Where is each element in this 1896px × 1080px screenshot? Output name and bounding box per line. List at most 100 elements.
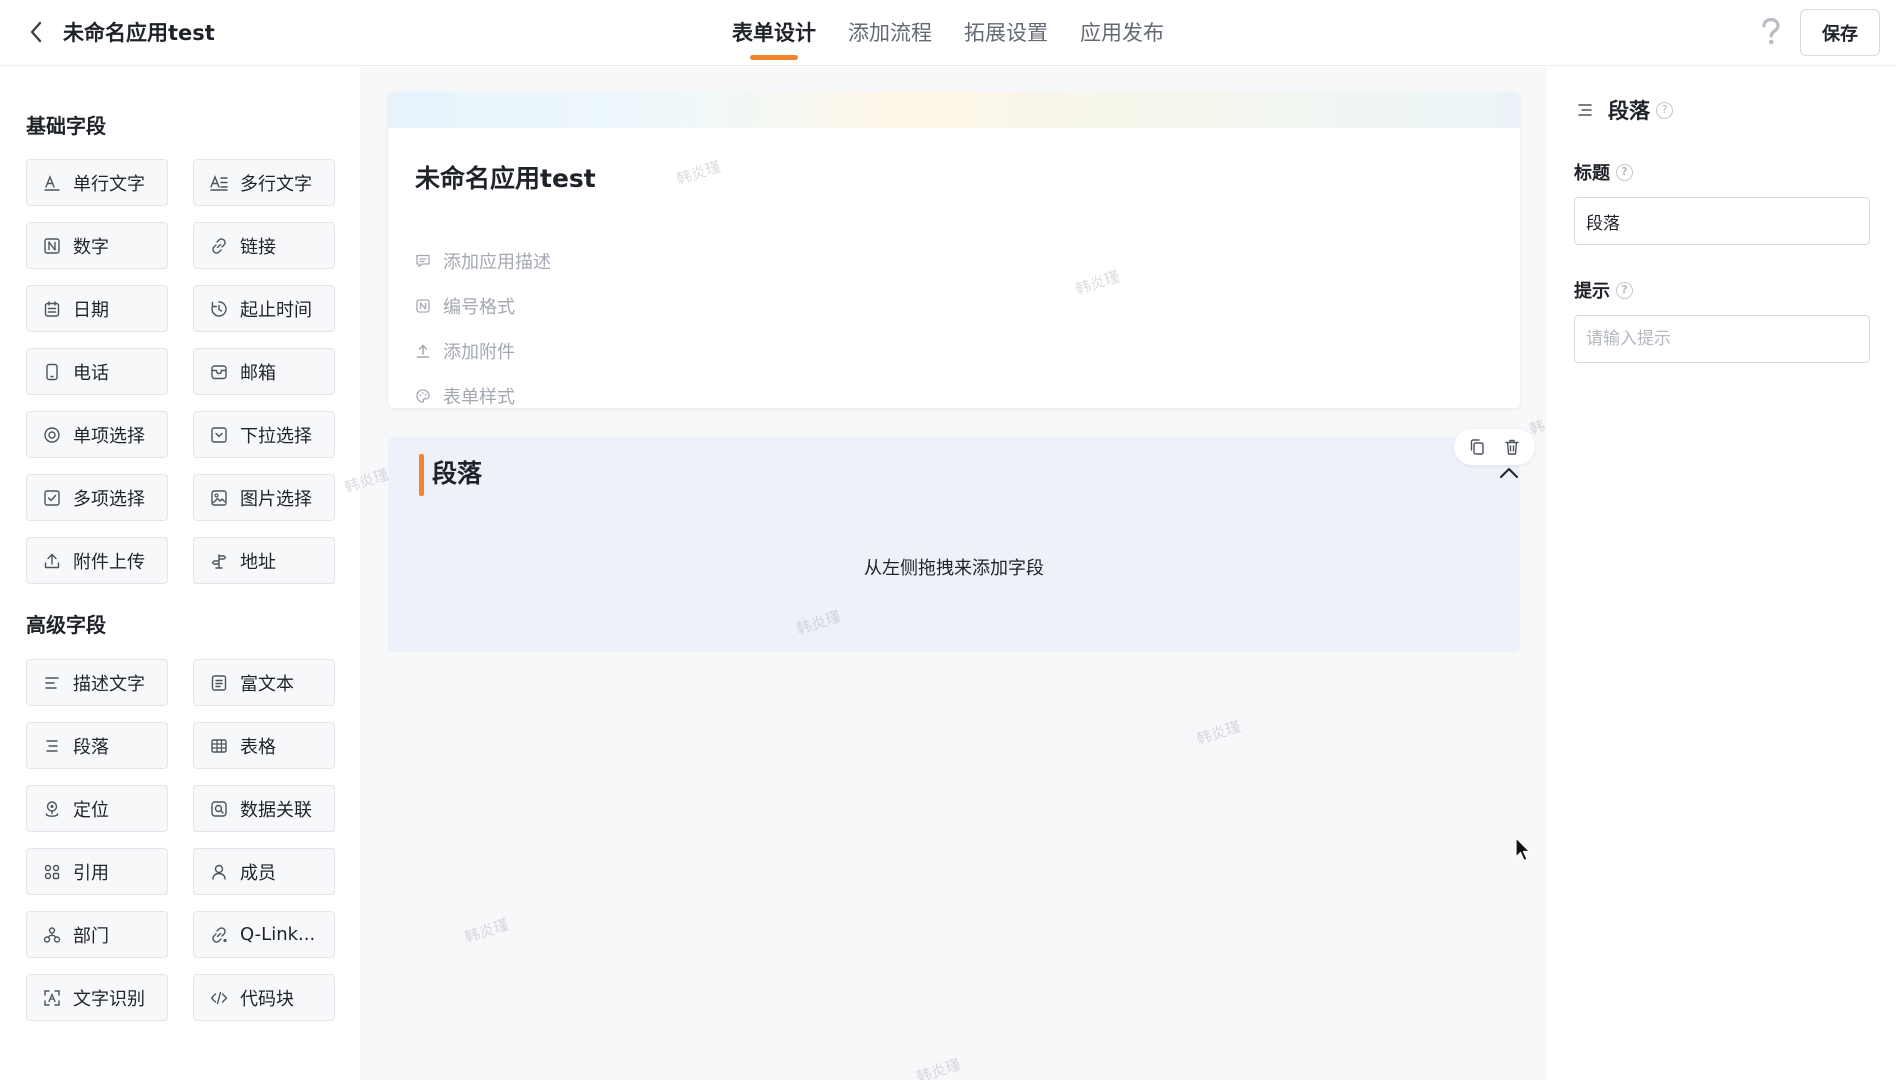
qlink-icon	[212, 926, 227, 943]
field-file-upload[interactable]: 附件上传	[26, 537, 168, 584]
field-single-line-text[interactable]: 单行文字	[26, 159, 168, 206]
app-title: 未命名应用test	[63, 21, 215, 45]
field-time-range[interactable]: 起止时间	[193, 285, 335, 332]
question-circle-icon[interactable]: ?	[1656, 101, 1673, 119]
field-label: 电话	[73, 362, 109, 384]
form-title[interactable]: 未命名应用test	[415, 162, 596, 196]
basic-fields-grid: 单行文字 多行文字 数字 链接 日期 起止时间 电话 邮箱 单项选择 下拉选择 …	[26, 159, 335, 584]
address-icon	[211, 553, 227, 569]
field-label: 下拉选择	[240, 425, 312, 447]
properties-panel: 段落 ? 标题 ? 提示 ?	[1546, 67, 1896, 1080]
advanced-fields-grid: 描述文字 富文本 段落 表格 定位 数据关联 引用 成员 部门 Q-Link..…	[26, 659, 335, 1021]
add-description-item[interactable]: 添加应用描述	[415, 248, 551, 274]
tab-label: 应用发布	[1080, 21, 1164, 45]
top-bar: 未命名应用test 表单设计 添加流程 拓展设置 应用发布 保存	[0, 0, 1896, 66]
question-circle-icon[interactable]: ?	[1616, 281, 1633, 299]
field-label: 邮箱	[240, 362, 276, 384]
number-format-item[interactable]: 编号格式	[415, 293, 515, 319]
field-reference[interactable]: 引用	[26, 848, 168, 895]
hint-input[interactable]	[1574, 315, 1870, 363]
field-mail[interactable]: 邮箱	[193, 348, 335, 395]
field-department[interactable]: 部门	[26, 911, 168, 958]
field-radio[interactable]: 单项选择	[26, 411, 168, 458]
field-paragraph[interactable]: 段落	[26, 722, 168, 769]
multi-line-text-icon	[210, 174, 228, 191]
field-address[interactable]: 地址	[193, 537, 335, 584]
department-icon	[43, 926, 61, 943]
field-label: 日期	[73, 299, 109, 321]
phone-icon	[46, 363, 58, 380]
radio-icon	[44, 426, 60, 443]
section-title[interactable]: 段落	[432, 457, 482, 491]
field-code-block[interactable]: 代码块	[193, 974, 335, 1021]
field-location[interactable]: 定位	[26, 785, 168, 832]
ocr-icon	[44, 989, 60, 1006]
field-label: 部门	[73, 925, 109, 947]
member-icon	[212, 864, 226, 880]
field-multi-line-text[interactable]: 多行文字	[193, 159, 335, 206]
tab-app-publish[interactable]: 应用发布	[1080, 18, 1164, 48]
field-table[interactable]: 表格	[193, 722, 335, 769]
field-label: 表格	[240, 736, 276, 758]
reference-icon	[44, 864, 60, 879]
tab-extension-settings[interactable]: 拓展设置	[964, 18, 1048, 48]
properties-header: 段落 ?	[1576, 95, 1673, 125]
meta-label: 添加应用描述	[443, 252, 551, 273]
field-label: 链接	[240, 236, 276, 258]
field-label: 附件上传	[73, 551, 145, 573]
chevron-up-icon[interactable]	[1497, 463, 1521, 483]
save-button[interactable]: 保存	[1800, 9, 1880, 56]
field-label: 图片选择	[240, 488, 312, 510]
field-link[interactable]: 链接	[193, 222, 335, 269]
field-label: 引用	[73, 862, 109, 884]
question-circle-icon[interactable]: ?	[1616, 163, 1633, 181]
active-tab-indicator	[750, 55, 798, 60]
field-rich-text[interactable]: 富文本	[193, 659, 335, 706]
paragraph-icon	[1578, 104, 1592, 116]
form-banner	[388, 92, 1520, 128]
back-arrow-icon[interactable]	[22, 18, 50, 46]
description-icon	[45, 676, 59, 689]
paragraph-section[interactable]: 段落 从左侧拖拽来添加字段	[388, 429, 1535, 652]
field-ocr[interactable]: 文字识别	[26, 974, 168, 1021]
mail-icon	[211, 364, 227, 379]
field-checkbox[interactable]: 多项选择	[26, 474, 168, 521]
field-label: 多行文字	[240, 173, 312, 195]
field-label: 文字识别	[73, 988, 145, 1010]
field-label: 描述文字	[73, 673, 145, 695]
field-label: 起止时间	[240, 299, 312, 321]
help-icon[interactable]	[1756, 17, 1786, 47]
tab-form-design[interactable]: 表单设计	[732, 18, 816, 60]
field-image-select[interactable]: 图片选择	[193, 474, 335, 521]
attachment-icon	[416, 344, 430, 358]
form-canvas: 未命名应用test 添加应用描述 编号格式 添加附件 表单样式 段落 从左侧拖拽…	[360, 67, 1546, 1080]
title-input[interactable]	[1574, 197, 1870, 245]
meta-label: 表单样式	[443, 387, 515, 408]
checkbox-icon	[44, 489, 60, 506]
field-label: 定位	[73, 799, 109, 821]
link-icon	[212, 237, 226, 254]
field-label: 数据关联	[240, 799, 312, 821]
delete-icon[interactable]	[1498, 433, 1526, 461]
field-data-link[interactable]: 数据关联	[193, 785, 335, 832]
single-line-text-icon	[44, 174, 60, 191]
tab-label: 添加流程	[848, 21, 932, 45]
field-number[interactable]: 数字	[26, 222, 168, 269]
field-label: 代码块	[240, 988, 294, 1010]
form-style-item[interactable]: 表单样式	[415, 383, 515, 408]
field-phone[interactable]: 电话	[26, 348, 168, 395]
field-label: 多项选择	[73, 488, 145, 510]
code-icon	[210, 991, 228, 1004]
field-label: 数字	[73, 236, 109, 258]
copy-icon[interactable]	[1463, 433, 1491, 461]
add-attachment-item[interactable]: 添加附件	[415, 338, 515, 364]
form-info-card[interactable]: 未命名应用test 添加应用描述 编号格式 添加附件 表单样式	[388, 92, 1520, 408]
field-dropdown[interactable]: 下拉选择	[193, 411, 335, 458]
field-description[interactable]: 描述文字	[26, 659, 168, 706]
tab-add-flow[interactable]: 添加流程	[848, 18, 932, 48]
field-qlink[interactable]: Q-Link...	[193, 911, 335, 958]
field-date[interactable]: 日期	[26, 285, 168, 332]
field-member[interactable]: 成员	[193, 848, 335, 895]
field-label: 单项选择	[73, 425, 145, 447]
calendar-icon	[44, 300, 60, 317]
